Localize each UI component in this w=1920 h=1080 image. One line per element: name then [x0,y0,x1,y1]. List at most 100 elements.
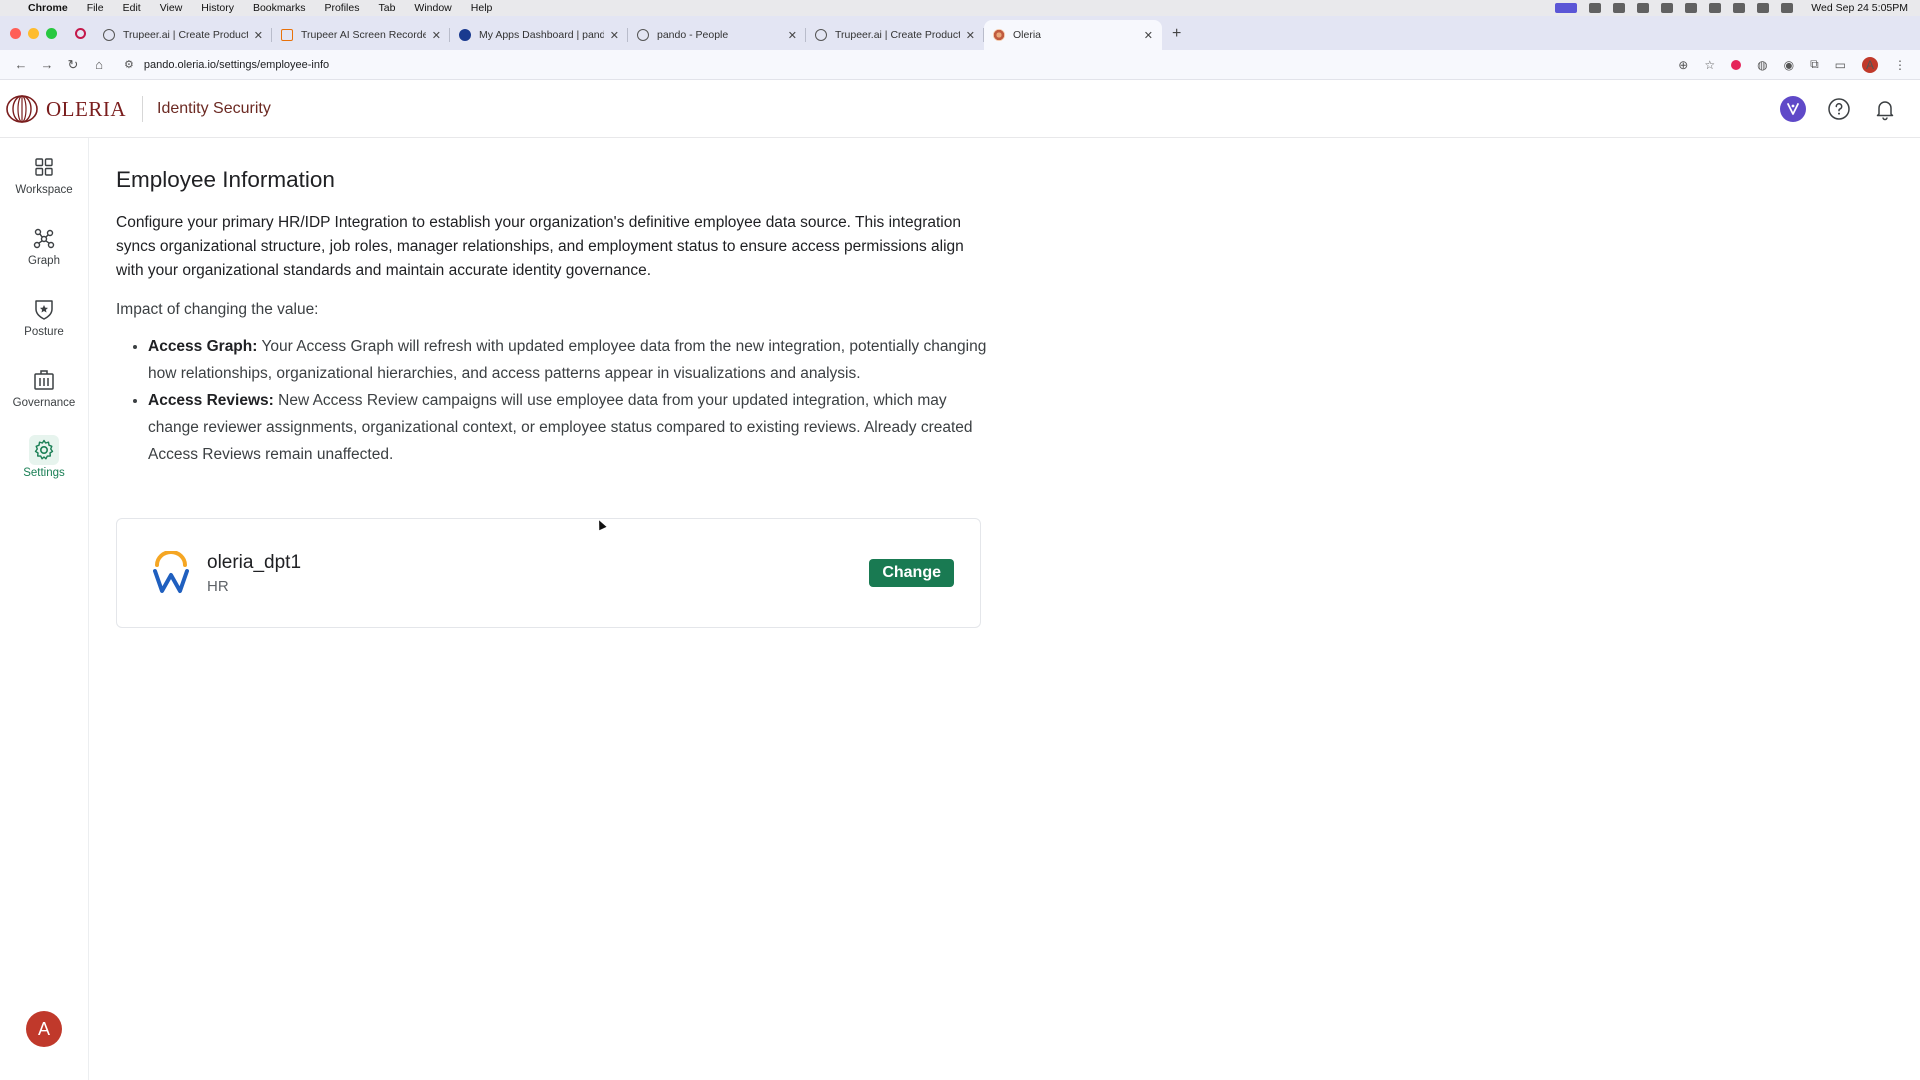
integration-type: HR [207,577,229,595]
window-controls [10,16,57,50]
status-icon[interactable] [1589,3,1602,13]
app-sidebar: Workspace Graph Posture Governance Setti… [0,138,89,1080]
oleria-icon [993,29,1005,41]
wifi-icon[interactable] [1733,3,1746,13]
menu-view[interactable]: View [160,2,183,14]
shield-star-icon [29,294,59,324]
user-avatar[interactable]: A [26,1011,62,1047]
status-icon[interactable] [1637,3,1650,13]
bookmark-star-icon[interactable]: ☆ [1704,58,1715,72]
back-icon[interactable]: ← [10,57,32,72]
browser-tab[interactable]: pando - People ✕ [628,20,806,50]
status-icon[interactable] [1613,3,1626,13]
browser-tab[interactable]: Trupeer.ai | Create Product V ✕ [94,20,272,50]
sidebar-item-settings[interactable]: Settings [0,435,88,495]
tab-title: My Apps Dashboard | pando [479,29,604,41]
address-bar[interactable]: ⚙ pando.oleria.io/settings/employee-info [124,58,1678,72]
battery-icon[interactable] [1709,3,1722,13]
close-window-button[interactable] [10,27,21,39]
building-icon [29,365,59,395]
macos-menu-bar: Chrome File Edit View History Bookmarks … [0,0,1920,16]
menu-file[interactable]: File [87,2,104,14]
browser-profile-avatar[interactable]: A [1862,56,1878,73]
close-tab-icon[interactable]: ✕ [788,29,797,42]
impact-item-text: Your Access Graph will refresh with upda… [148,338,987,382]
app-header: OLERIA Identity Security [0,81,1920,138]
screen-record-status-icon[interactable] [1555,3,1578,13]
menu-help[interactable]: Help [471,2,493,14]
integration-card: oleria_dpt1 HR Change [116,518,981,628]
tab-title: Trupeer.ai | Create Product V [123,29,248,41]
forward-icon[interactable]: → [36,57,58,72]
oleria-logo[interactable]: OLERIA [4,94,126,124]
tab-title: Trupeer.ai | Create Product V [835,29,960,41]
browser-tab[interactable]: Trupeer AI Screen Recorder ✕ [272,20,450,50]
menu-tab[interactable]: Tab [378,2,395,14]
side-panel-icon[interactable]: ▭ [1835,58,1846,72]
browser-tab-active[interactable]: Oleria ✕ [984,20,1162,50]
sidebar-item-label: Graph [28,255,60,267]
minimize-window-button[interactable] [28,27,39,39]
browser-tab[interactable]: Trupeer.ai | Create Product V ✕ [806,20,984,50]
extension-icon[interactable]: ◉ [1784,58,1794,72]
sidebar-item-posture[interactable]: Posture [0,294,88,354]
pando-icon [637,29,649,41]
close-tab-icon[interactable]: ✕ [966,29,975,42]
sidebar-item-workspace[interactable]: Workspace [0,152,88,212]
menu-app-name[interactable]: Chrome [28,2,68,14]
menu-bookmarks[interactable]: Bookmarks [253,2,306,14]
trupeer-recorder-icon [281,29,293,41]
impact-list: Access Graph: Your Access Graph will ref… [116,333,996,468]
menu-window[interactable]: Window [414,2,451,14]
zoom-icon[interactable]: ⊕ [1678,58,1688,72]
page-title: Employee Information [116,167,335,192]
close-tab-icon[interactable]: ✕ [432,29,441,42]
menu-bar-clock[interactable]: Wed Sep 24 5:05PM [1811,2,1908,14]
reload-icon[interactable]: ↻ [62,57,84,73]
control-center-icon[interactable] [1781,3,1794,13]
browser-toolbar: ← → ↻ ⌂ ⚙ pando.oleria.io/settings/emplo… [0,50,1920,80]
recorder-extension-icon[interactable] [1731,59,1742,70]
help-icon[interactable] [1826,96,1852,122]
maximize-window-button[interactable] [46,27,57,39]
browser-tab[interactable]: My Apps Dashboard | pando ✕ [450,20,628,50]
tab-title: pando - People [657,29,729,41]
url-text[interactable]: pando.oleria.io/settings/employee-info [144,59,329,71]
product-name: Identity Security [157,100,271,117]
sidebar-item-label: Workspace [15,184,73,196]
menu-history[interactable]: History [201,2,234,14]
close-tab-icon[interactable]: ✕ [610,29,619,42]
browser-menu-icon[interactable]: ⋮ [1894,58,1906,72]
site-settings-icon[interactable]: ⚙ [124,58,134,71]
close-tab-icon[interactable]: ✕ [254,29,263,42]
bell-icon[interactable] [1872,96,1898,122]
ai-assistant-button[interactable] [1780,96,1806,122]
new-tab-button[interactable]: + [1172,25,1181,43]
impact-label: Impact of changing the value: [116,301,319,318]
integration-info: oleria_dpt1 HR [207,552,301,595]
tab-title: Oleria [1013,29,1042,41]
puzzle-extensions-icon[interactable]: ⧉ [1810,57,1819,72]
status-icon[interactable] [1661,3,1674,13]
close-tab-icon[interactable]: ✕ [1144,29,1153,42]
home-icon[interactable]: ⌂ [88,57,110,72]
gear-icon [29,435,59,465]
sidebar-item-label: Settings [23,467,65,479]
toolbar-actions: ⊕ ☆ ◍ ◉ ⧉ ▭ A ⋮ [1678,56,1906,73]
extension-icon[interactable]: ◍ [1757,58,1767,72]
status-icon[interactable] [1685,3,1698,13]
trupeer-icon [103,29,115,41]
header-divider [142,96,143,122]
okta-icon [459,29,471,41]
grid-icon [29,152,59,182]
spotlight-icon[interactable] [1757,3,1770,13]
trupeer-icon [815,29,827,41]
impact-item-title: Access Reviews: [148,392,274,409]
menu-edit[interactable]: Edit [123,2,141,14]
sidebar-item-governance[interactable]: Governance [0,365,88,425]
menu-profiles[interactable]: Profiles [324,2,359,14]
integration-name: oleria_dpt1 [207,551,302,573]
change-integration-button[interactable]: Change [869,559,954,587]
ai-sparkle-icon [1787,103,1799,115]
sidebar-item-graph[interactable]: Graph [0,223,88,283]
